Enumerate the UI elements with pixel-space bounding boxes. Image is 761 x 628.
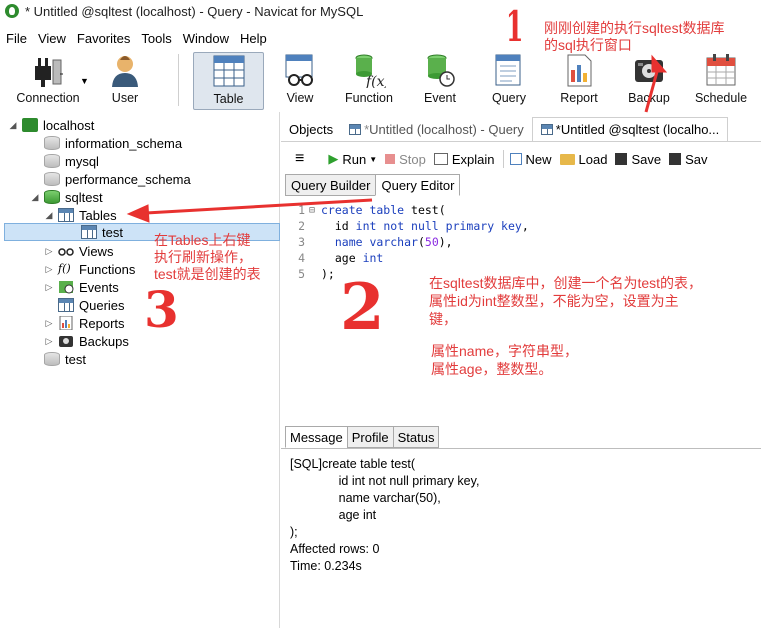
annotation-line: 属性name，字符串型， [431, 343, 579, 359]
arrow-to-query-tab [644, 67, 660, 113]
annotation-line: 在Tables上右键 [154, 232, 251, 248]
annotation-field-types: 属性name，字符串型， 属性age，整数型。 [431, 342, 578, 378]
annotation-line: 属性id为int整数型，不能为空，设置为主 [429, 293, 679, 309]
annotation-query-window: 刚刚创建的执行sqltest数据库 的sql执行窗口 [544, 20, 724, 54]
annotation-line: 属性age，整数型。 [431, 361, 553, 377]
arrow-to-tables [145, 198, 373, 215]
annotation-refresh-tables: 在Tables上右键 执行刷新操作， test就是创建的表 [154, 232, 261, 283]
annotation-line: 的sql执行窗口 [544, 37, 632, 53]
annotation-line: 在sqltest数据库中，创建一个名为test的表， [429, 275, 703, 291]
annotation-line: 刚刚创建的执行sqltest数据库 [544, 20, 725, 36]
annotation-line: 执行刷新操作， [154, 249, 252, 265]
step-number-2: 2 [340, 270, 385, 345]
step-number-3: 3 [144, 280, 179, 339]
annotation-line: 键， [429, 311, 457, 327]
annotation-create-table: 在sqltest数据库中，创建一个名为test的表， 属性id为int整数型，不… [429, 274, 702, 328]
step-number-1: 1 [505, 2, 524, 51]
